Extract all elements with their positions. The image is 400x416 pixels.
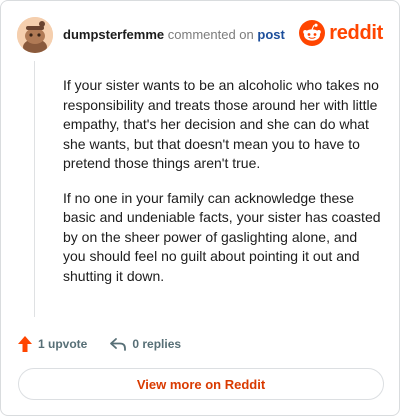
replies-button[interactable]: 0 replies <box>109 336 181 352</box>
username-link[interactable]: dumpsterfemme <box>63 27 164 42</box>
avatar-snoo-icon <box>17 17 53 53</box>
reddit-logo-text: reddit <box>329 21 383 44</box>
upvote-button[interactable]: 1 upvote <box>17 335 87 353</box>
comment-paragraph-1: If your sister wants to be an alcoholic … <box>63 77 379 171</box>
upvote-arrow-icon <box>18 336 32 352</box>
comment-paragraph-2: If no one in your family can acknowledge… <box>63 189 381 284</box>
reddit-logo[interactable]: reddit <box>299 19 383 47</box>
upvote-count: 1 upvote <box>38 337 88 351</box>
comment-header: dumpsterfemme commented on post <box>63 27 285 43</box>
avatar[interactable] <box>17 17 53 53</box>
commented-on-text: commented on <box>167 27 254 42</box>
comment-body: If your sister wants to be an alcoholic … <box>63 76 381 301</box>
reply-arrow-icon <box>110 338 127 351</box>
thread-line <box>34 61 35 317</box>
embedded-comment-card: dumpsterfemme commented on post reddit I… <box>0 0 400 416</box>
post-link[interactable]: post <box>257 27 284 42</box>
replies-count: 0 replies <box>132 337 182 351</box>
comment-actions: 1 upvote 0 replies <box>17 334 181 354</box>
reddit-snoo-icon <box>299 20 326 46</box>
view-more-on-reddit-button[interactable]: View more on Reddit <box>18 368 384 400</box>
